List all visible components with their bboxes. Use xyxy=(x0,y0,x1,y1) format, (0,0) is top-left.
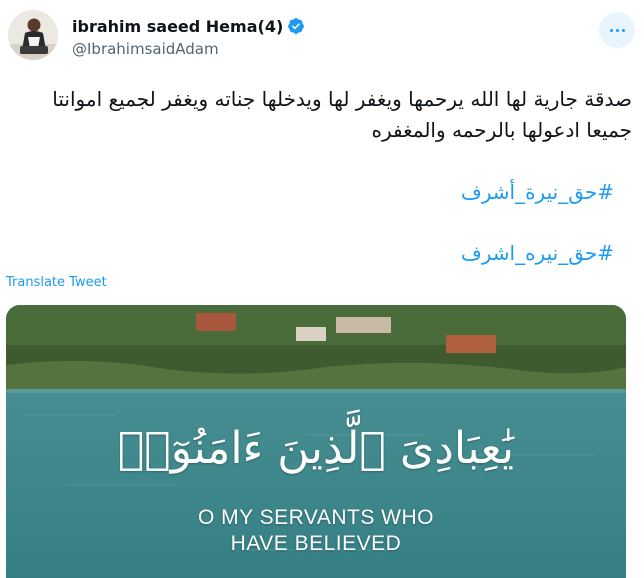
tweet-media-video[interactable]: يَٰعِبَادِىَ ٱلَّذِينَ ءَامَنُوٓا۟ O MY … xyxy=(6,305,626,578)
author-name-row[interactable]: ibrahim saeed Hema(4) xyxy=(72,14,305,38)
author-display-name[interactable]: ibrahim saeed Hema(4) xyxy=(72,17,283,36)
more-dot xyxy=(615,28,619,32)
tweet-text: صدقة جارية لها الله يرحمها ويغفر لها ويد… xyxy=(52,87,632,142)
hashtag-link[interactable]: #حق_نيرة_أشرف xyxy=(214,180,614,204)
media-english-line-1: O MY SERVANTS WHO xyxy=(197,506,435,529)
translate-tweet-link[interactable]: Translate Tweet xyxy=(6,275,107,290)
verified-badge-icon xyxy=(288,18,305,34)
more-dot xyxy=(621,28,625,32)
media-arabic-verse: يَٰعِبَادِىَ ٱلَّذِينَ ءَامَنُوٓا۟ xyxy=(117,423,515,474)
author-handle[interactable]: @IbrahimsaidAdam xyxy=(72,40,219,58)
hashtag-link[interactable]: #حق_نيره_اشرف xyxy=(214,241,614,265)
more-options-button[interactable] xyxy=(599,12,635,48)
author-avatar[interactable] xyxy=(8,10,58,60)
media-english-line-2: HAVE BELIEVED xyxy=(230,532,402,555)
person-photo-avatar xyxy=(8,10,58,60)
more-horizontal-icon xyxy=(609,28,613,32)
media-english-caption: O MY SERVANTS WHO HAVE BELIEVED xyxy=(6,505,626,557)
